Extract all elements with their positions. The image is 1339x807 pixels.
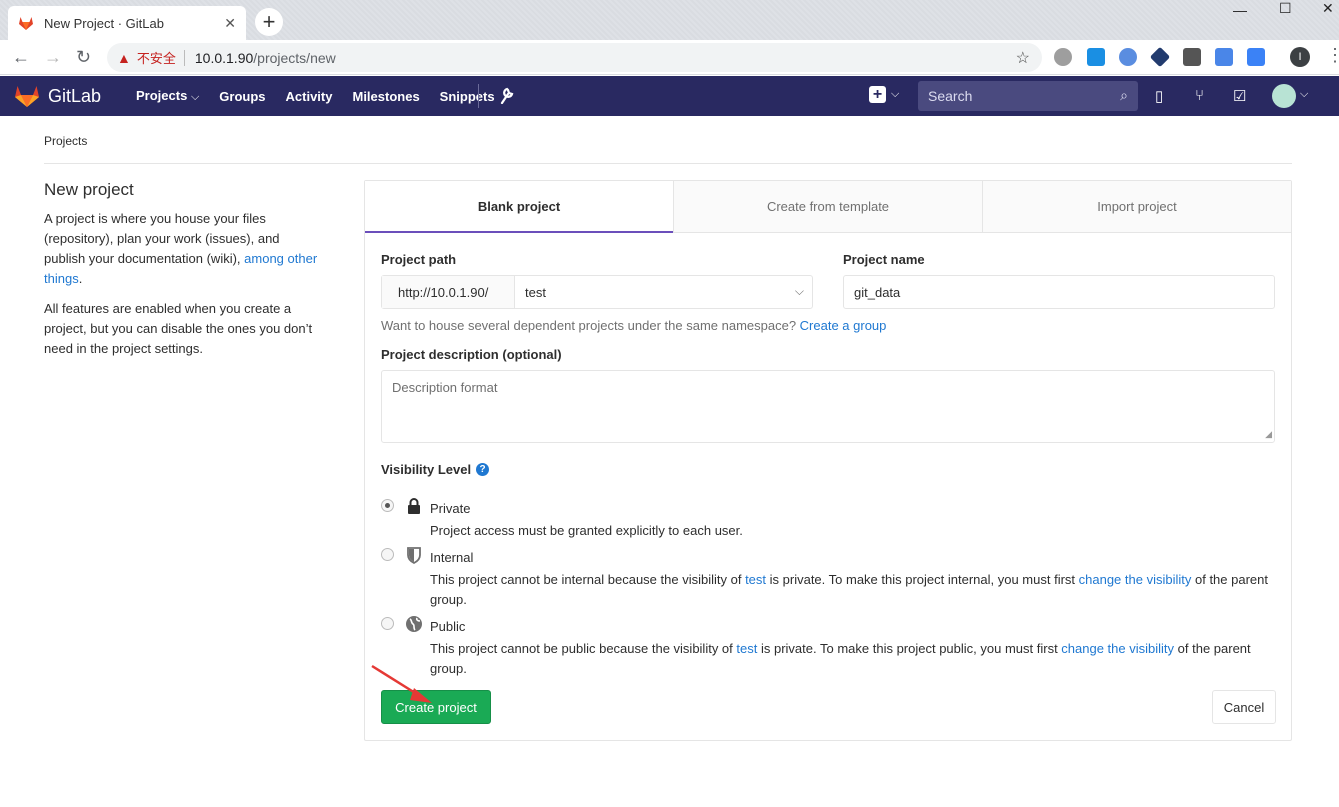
cancel-button[interactable]: Cancel [1212, 690, 1276, 724]
gitlab-favicon-icon [19, 17, 33, 30]
private-radio[interactable] [381, 499, 394, 512]
main-menu: Projects ⌵ Groups Activity Milestones Sn… [136, 76, 515, 116]
new-project-panel: Blank project Create from template Impor… [364, 180, 1292, 741]
shield-icon [407, 547, 421, 564]
window-close-icon[interactable]: ✕ [1322, 0, 1334, 16]
project-path-label: Project path [381, 252, 457, 267]
test-group-link[interactable]: test [736, 641, 757, 656]
chevron-down-icon: ⌵ [891, 88, 900, 100]
browser-tab[interactable]: New Project · GitLab ✕ [8, 6, 246, 40]
group-hint: Want to house several dependent projects… [381, 318, 887, 333]
project-path-group: http://10.0.1.90/ test ⌵ [381, 275, 813, 309]
lock-icon [408, 498, 420, 514]
test-group-link[interactable]: test [745, 572, 766, 587]
nav-milestones[interactable]: Milestones [352, 89, 419, 104]
insecure-label: 不安全 [136, 51, 176, 66]
forward-icon[interactable]: → [44, 48, 62, 66]
user-avatar[interactable] [1272, 84, 1296, 108]
public-radio[interactable] [381, 617, 394, 630]
chevron-down-icon[interactable]: ⌵ [1300, 88, 1308, 101]
visibility-option-private[interactable]: Private Project access must be granted e… [381, 498, 1281, 539]
extension-s-icon[interactable] [1087, 48, 1105, 66]
browser-tabstrip: New Project · GitLab ✕ + — ☐ ✕ [0, 0, 1339, 40]
extension-icon[interactable] [1054, 48, 1072, 66]
visibility-option-public[interactable]: Public This project cannot be public bec… [381, 616, 1281, 677]
project-tabs: Blank project Create from template Impor… [365, 181, 1291, 233]
description-textarea[interactable]: Description format ◢ [381, 370, 1275, 443]
minimize-icon[interactable]: — [1233, 2, 1247, 18]
url-field[interactable]: ▲ 不安全 10.0.1.90 /projects/new ☆ [107, 43, 1042, 72]
chevron-down-icon: ⌵ [190, 91, 200, 103]
path-prefix: http://10.0.1.90/ [382, 276, 515, 308]
merge-requests-icon[interactable]: ⑂ [1195, 87, 1204, 104]
bookmark-star-icon[interactable]: ☆ [1016, 48, 1030, 68]
gitlab-logo[interactable]: GitLab [14, 84, 101, 108]
project-name-input[interactable]: git_data [843, 275, 1275, 309]
extension-icon[interactable] [1247, 48, 1265, 66]
breadcrumb[interactable]: Projects [44, 134, 87, 148]
nav-projects[interactable]: Projects ⌵ [136, 88, 199, 104]
chevron-down-icon: ⌵ [794, 284, 804, 298]
change-visibility-link[interactable]: change the visibility [1061, 641, 1174, 656]
tab-import-project[interactable]: Import project [982, 181, 1291, 233]
visibility-option-internal[interactable]: Internal This project cannot be internal… [381, 547, 1281, 608]
back-icon[interactable]: ← [12, 48, 30, 66]
gitlab-tanuki-icon [15, 86, 39, 107]
annotation-arrow-icon [371, 664, 432, 703]
internal-radio[interactable] [381, 548, 394, 561]
gitlab-brand: GitLab [48, 85, 102, 106]
page-title: New project [44, 180, 134, 199]
visibility-level-label: Visibility Level? [381, 462, 490, 477]
warning-icon: ▲ [117, 49, 131, 66]
new-tab-button[interactable]: + [255, 8, 283, 36]
new-dropdown-button[interactable]: + ⌵ [869, 86, 899, 103]
address-bar: ← → ↻ ▲ 不安全 10.0.1.90 /projects/new ☆ [0, 40, 1339, 75]
url-path: /projects/new [253, 49, 336, 66]
intro-paragraph: A project is where you house your files … [44, 211, 318, 286]
maximize-icon[interactable]: ☐ [1279, 0, 1292, 16]
tab-title: New Project · GitLab [44, 15, 164, 31]
features-paragraph: All features are enabled when you create… [44, 301, 313, 356]
tab-close-icon[interactable]: ✕ [224, 15, 236, 32]
create-group-link[interactable]: Create a group [800, 318, 887, 333]
search-placeholder: Search [928, 88, 973, 104]
tab-create-from-template[interactable]: Create from template [673, 181, 982, 233]
nav-groups[interactable]: Groups [219, 89, 265, 104]
tab-blank-project[interactable]: Blank project [365, 181, 673, 233]
resize-handle-icon[interactable]: ◢ [1265, 429, 1272, 440]
help-icon[interactable]: ? [476, 463, 490, 476]
nav-activity[interactable]: Activity [286, 89, 333, 104]
extension-icon[interactable] [1119, 48, 1137, 66]
todos-icon[interactable]: ☑ [1233, 87, 1246, 105]
browser-menu-icon[interactable]: ⋮ [1326, 46, 1339, 64]
url-host: 10.0.1.90 [194, 49, 254, 66]
plus-icon: + [869, 86, 886, 103]
reload-icon[interactable]: ↻ [76, 48, 91, 66]
search-input[interactable]: Search ⌕ [918, 81, 1138, 111]
translate-extension-icon[interactable] [1215, 48, 1233, 66]
namespace-select[interactable]: test ⌵ [515, 276, 812, 308]
globe-icon [406, 616, 422, 632]
nav-snippets[interactable]: Snippets [440, 89, 495, 104]
gitlab-navbar: GitLab Projects ⌵ Groups Activity Milest… [0, 76, 1339, 116]
change-visibility-link[interactable]: change the visibility [1079, 572, 1192, 587]
profile-avatar[interactable]: I [1290, 47, 1310, 67]
project-name-label: Project name [843, 252, 925, 267]
extension-icon[interactable] [1183, 48, 1201, 66]
description-label: Project description (optional) [381, 347, 562, 362]
issues-icon[interactable]: ▯ [1155, 87, 1163, 105]
admin-wrench-icon[interactable] [498, 86, 514, 104]
search-icon: ⌕ [1120, 87, 1128, 103]
